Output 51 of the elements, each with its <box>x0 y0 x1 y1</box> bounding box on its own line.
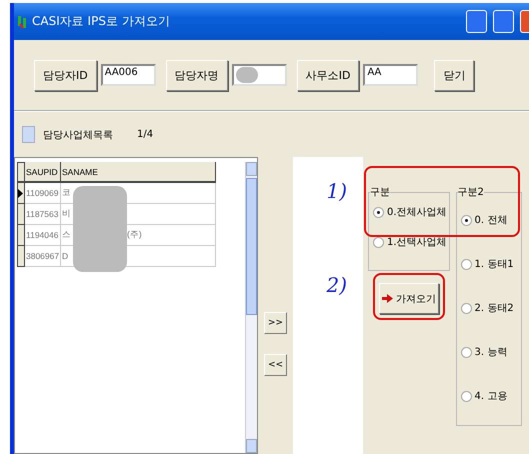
radio-button-icon[interactable] <box>460 302 472 314</box>
column-header[interactable]: SAUPID <box>25 162 61 183</box>
radio-button-icon[interactable] <box>460 390 472 402</box>
record-count: 1/4 <box>137 129 154 140</box>
text-field[interactable]: AA <box>363 64 418 86</box>
close-window-button[interactable] <box>520 10 529 33</box>
annotation-number: 1) <box>326 179 347 203</box>
maximize-button[interactable] <box>493 10 514 33</box>
radio-option[interactable]: 0. 전체 <box>460 213 519 227</box>
row-indicator[interactable] <box>17 183 25 204</box>
radio-button-icon[interactable] <box>460 258 472 270</box>
annotation-number: 2) <box>326 273 347 297</box>
radio-option[interactable]: 1.선택사업체 <box>373 235 447 249</box>
row-indicator[interactable] <box>17 225 25 246</box>
list-title: 담당사업체목록 <box>43 128 114 142</box>
radio-option[interactable]: 0.전체사업체 <box>373 205 447 219</box>
row-indicator[interactable] <box>17 204 25 225</box>
field-label-button[interactable]: 사무소ID <box>296 60 360 90</box>
field-label-button[interactable]: 담당자명 <box>166 60 228 90</box>
move-button[interactable]: << <box>264 354 287 376</box>
table-cell: 1194046 <box>25 225 61 246</box>
app-icon <box>16 14 28 30</box>
current-row-icon <box>18 188 23 198</box>
close-button[interactable]: 닫기 <box>434 60 474 90</box>
fetch-button[interactable]: 가져오기 <box>378 283 439 314</box>
radio-button-icon[interactable] <box>373 236 384 248</box>
column-header[interactable]: SANAME <box>61 162 216 183</box>
radio-button-icon[interactable] <box>460 214 472 226</box>
group-title: 구분2 <box>458 186 484 199</box>
scrollbar[interactable] <box>245 162 257 453</box>
text-field[interactable]: AA006 <box>100 64 156 86</box>
window-title: CASI자료 IPS로 가져오기 <box>32 13 170 30</box>
annotation-outline <box>373 273 445 320</box>
minimize-button[interactable] <box>466 10 487 33</box>
arrow-right-icon <box>382 294 393 303</box>
move-button[interactable]: >> <box>264 312 287 334</box>
list-indicator-icon <box>22 126 35 143</box>
text-field[interactable] <box>232 64 287 86</box>
radio-option[interactable]: 2. 동태2 <box>460 301 519 315</box>
header-corner <box>17 162 25 183</box>
group-title: 구분 <box>370 186 390 199</box>
table-cell: 3806967 <box>25 246 61 267</box>
table-cell: 1187563 <box>25 204 61 225</box>
radio-button-icon[interactable] <box>373 206 384 218</box>
table-cell: 1109069 <box>25 183 61 204</box>
radio-option[interactable]: 3. 능력 <box>460 345 519 359</box>
radio-option[interactable]: 4. 고용 <box>460 389 519 403</box>
row-indicator[interactable] <box>17 246 25 267</box>
field-label-button[interactable]: 담당자ID <box>34 60 97 90</box>
radio-option[interactable]: 1. 동태1 <box>460 257 519 271</box>
radio-button-icon[interactable] <box>460 346 472 358</box>
